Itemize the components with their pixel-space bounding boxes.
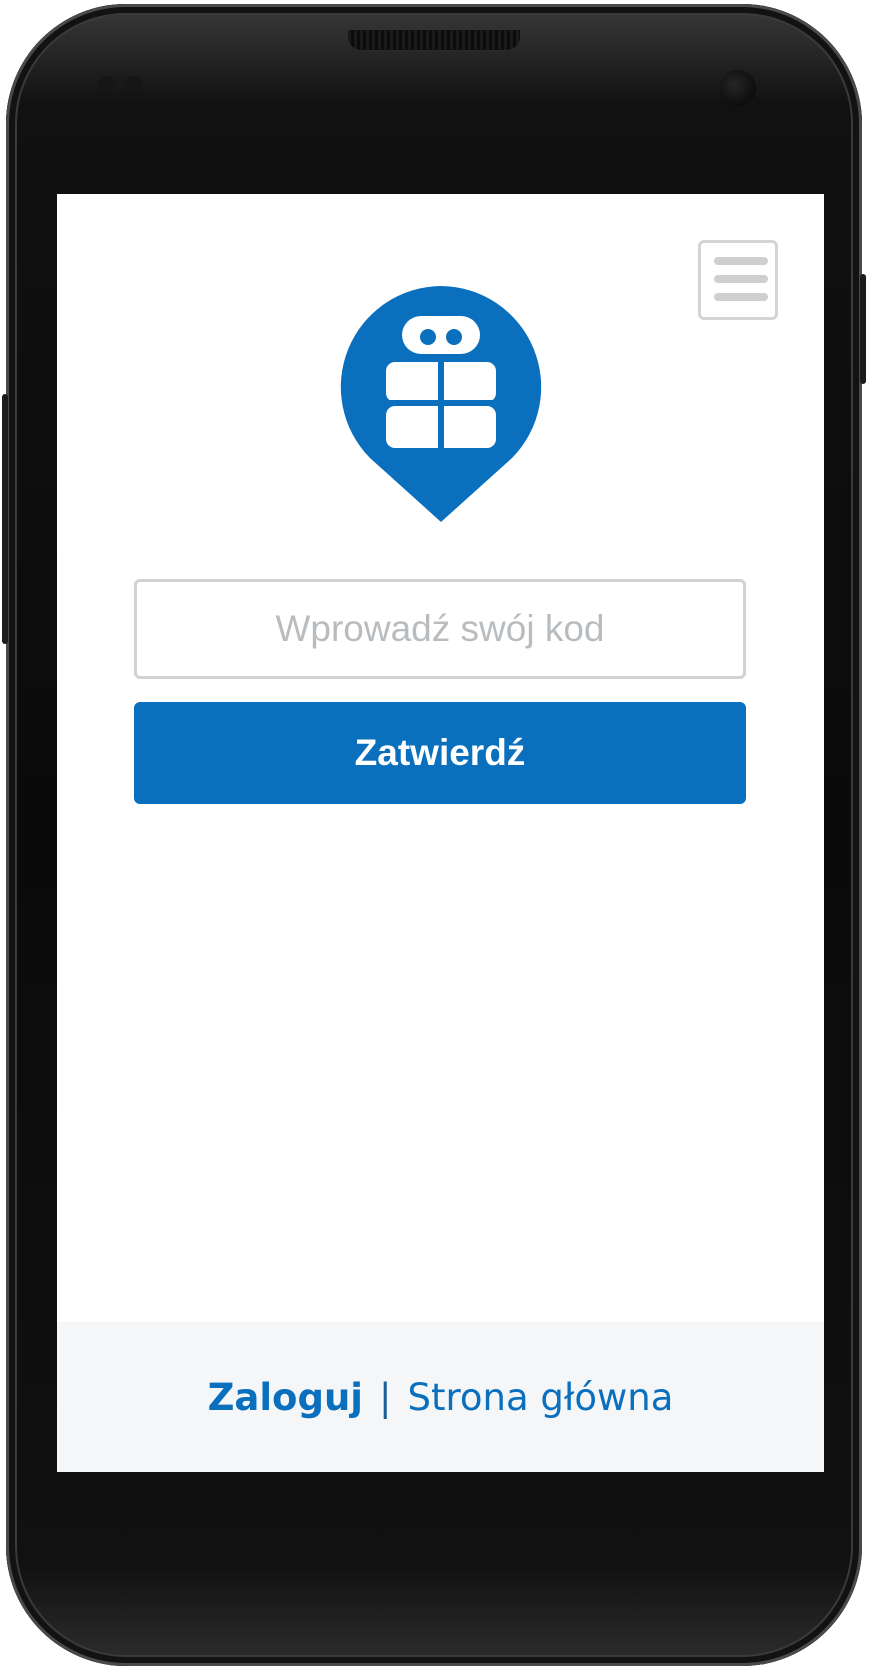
phone-screen: Zatwierdź Zaloguj | Strona główna — [57, 194, 824, 1472]
phone-frame: Zatwierdź Zaloguj | Strona główna — [2, 4, 866, 1666]
footer-separator: | — [379, 1375, 392, 1419]
submit-button[interactable]: Zatwierdź — [134, 702, 746, 804]
front-camera — [720, 70, 756, 106]
volume-button — [2, 394, 8, 644]
light-sensor — [124, 76, 142, 94]
home-link[interactable]: Strona główna — [407, 1376, 673, 1419]
earpiece-speaker — [348, 30, 520, 51]
proximity-sensor — [98, 76, 116, 94]
code-input[interactable] — [134, 579, 746, 679]
gift-map-pin-icon — [340, 286, 542, 522]
power-button — [860, 274, 866, 384]
menu-button[interactable] — [698, 240, 778, 320]
login-link[interactable]: Zaloguj — [208, 1376, 363, 1419]
footer: Zaloguj | Strona główna — [57, 1322, 824, 1472]
